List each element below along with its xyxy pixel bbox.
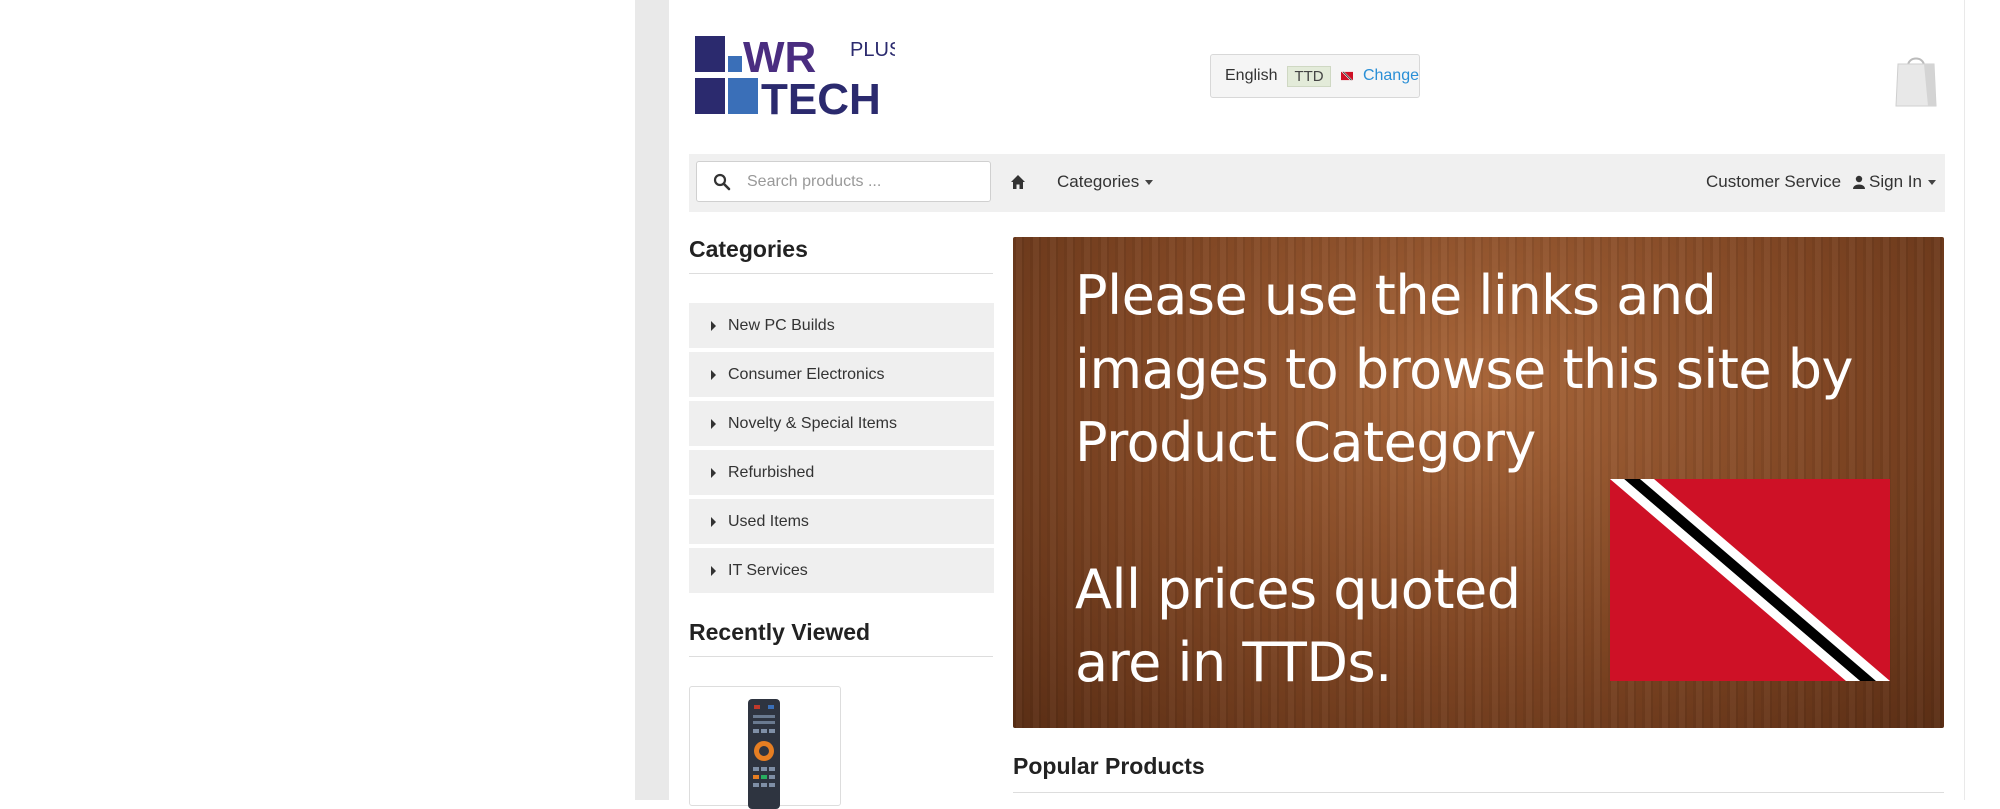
popular-products-heading: Popular Products (1013, 753, 1944, 793)
shopping-bag-icon[interactable] (1894, 54, 1938, 108)
category-label: IT Services (728, 561, 808, 579)
search-box (696, 161, 991, 202)
caret-right-icon (711, 516, 716, 527)
caret-right-icon (711, 369, 716, 380)
categories-heading: Categories (689, 236, 993, 274)
chevron-down-icon (1927, 179, 1936, 185)
chevron-down-icon (1145, 179, 1154, 185)
language-currency-selector: English TTD Change (1210, 54, 1420, 98)
categories-dropdown[interactable]: Categories (1057, 172, 1154, 192)
trinidad-flag-image (1610, 479, 1890, 681)
logo-plus-text: PLUS (850, 39, 895, 61)
search-input[interactable] (745, 171, 969, 192)
customer-service-label: Customer Service (1706, 172, 1842, 191)
user-icon (1853, 175, 1865, 189)
home-icon[interactable] (1010, 174, 1026, 190)
change-currency-link[interactable]: Change (1363, 67, 1419, 85)
category-item-new-pc-builds[interactable]: New PC Builds (689, 303, 994, 348)
category-item-it-services[interactable]: IT Services (689, 548, 994, 593)
recently-viewed-product-card[interactable] (689, 686, 841, 809)
logo-tech-text: TECH (761, 75, 881, 118)
banner-line: images to browse this site by (1075, 338, 1854, 401)
category-label: New PC Builds (728, 316, 835, 334)
sign-in-dropdown[interactable]: Sign In (1853, 172, 1936, 192)
site-logo[interactable]: WR TECH PLUS (695, 34, 895, 118)
caret-right-icon (711, 418, 716, 429)
caret-right-icon (711, 565, 716, 576)
search-icon[interactable] (713, 173, 731, 191)
category-item-consumer-electronics[interactable]: Consumer Electronics (689, 352, 994, 397)
category-item-used-items[interactable]: Used Items (689, 499, 994, 544)
category-item-novelty-special[interactable]: Novelty & Special Items (689, 401, 994, 446)
category-label: Refurbished (728, 463, 815, 481)
recently-viewed-heading: Recently Viewed (689, 619, 993, 657)
category-label: Novelty & Special Items (728, 414, 897, 432)
currency-badge: TTD (1287, 65, 1331, 87)
category-label: Used Items (728, 512, 809, 530)
category-label: Consumer Electronics (728, 365, 885, 383)
promo-banner[interactable]: Please use the links and images to brows… (1013, 237, 1944, 728)
sign-in-label: Sign In (1869, 172, 1922, 191)
caret-right-icon (711, 320, 716, 331)
category-list: New PC Builds Consumer Electronics Novel… (689, 303, 994, 597)
page-container: WR TECH PLUS English TTD Change (669, 0, 1964, 809)
customer-service-link[interactable]: Customer Service (1706, 172, 1841, 192)
banner-line: are in TTDs. (1075, 631, 1392, 694)
category-item-refurbished[interactable]: Refurbished (689, 450, 994, 495)
banner-line: Please use the links and (1075, 264, 1717, 327)
banner-line: All prices quoted (1075, 558, 1521, 621)
remote-control-image (748, 699, 780, 809)
caret-right-icon (711, 467, 716, 478)
main-navbar: Categories Customer Service Sign In (689, 154, 1945, 212)
trinidad-flag-icon (1340, 71, 1353, 81)
categories-dropdown-label: Categories (1057, 172, 1140, 191)
banner-line: Product Category (1075, 411, 1536, 474)
language-label: English (1225, 67, 1278, 84)
